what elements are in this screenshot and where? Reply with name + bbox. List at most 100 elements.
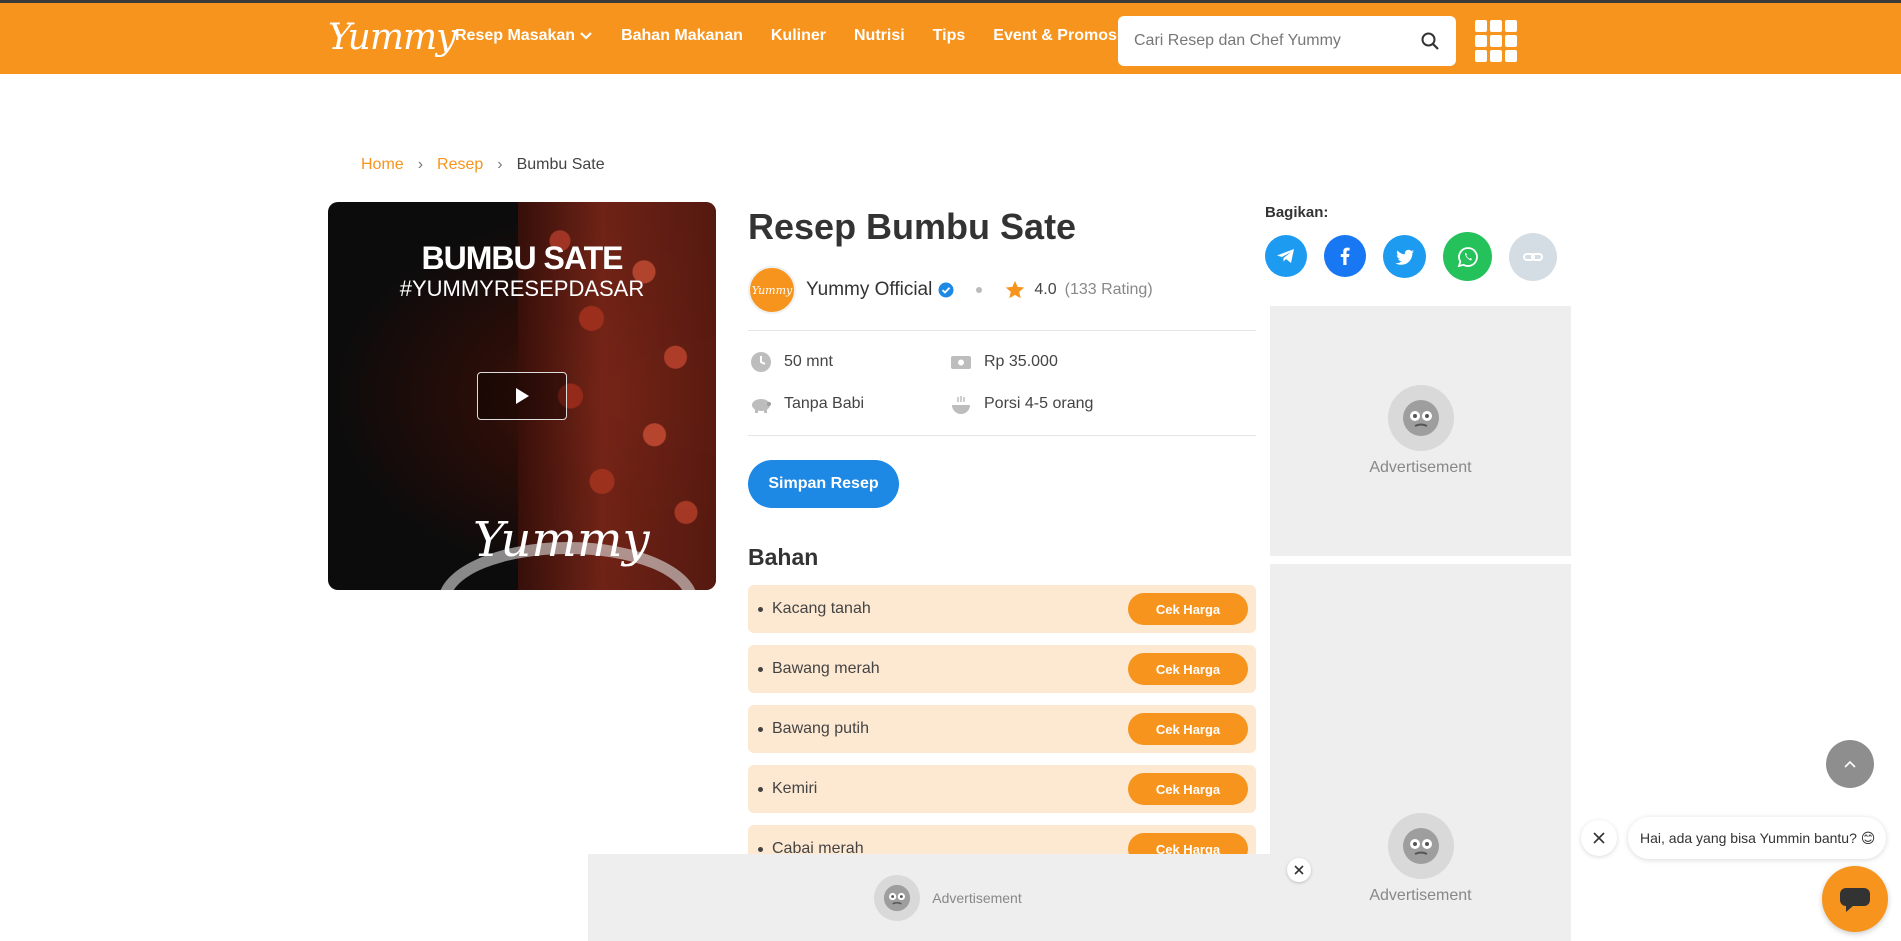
check-price-button[interactable]: Cek Harga — [1128, 773, 1248, 805]
divider — [748, 435, 1256, 436]
nav-tips[interactable]: Tips — [933, 27, 966, 45]
save-recipe-button[interactable]: Simpan Resep — [748, 460, 899, 508]
nav-label: Event & Promosi — [993, 27, 1122, 44]
close-ad-button[interactable] — [1287, 858, 1311, 882]
ad-label: Advertisement — [1369, 459, 1472, 476]
share-telegram-button[interactable] — [1265, 235, 1307, 277]
clock-icon — [751, 352, 771, 372]
nav-kuliner[interactable]: Kuliner — [771, 27, 826, 45]
advertisement-box[interactable]: Advertisement — [1270, 564, 1571, 941]
ad-mascot-icon — [1387, 385, 1454, 451]
ingredient-row: Bawang putih Cek Harga — [748, 705, 1256, 753]
share-label: Bagikan: — [1265, 204, 1329, 221]
bullet — [758, 666, 763, 672]
breadcrumb-separator: › — [497, 156, 503, 173]
ingredient-name: Bawang putih — [772, 720, 869, 737]
twitter-icon — [1394, 249, 1414, 265]
ad-mascot-icon — [1387, 813, 1454, 879]
chevron-up-icon — [1844, 760, 1856, 768]
video-watermark-logo: Yummy — [473, 512, 650, 568]
bowl-icon — [952, 396, 970, 414]
link-icon — [1523, 253, 1543, 261]
apps-grid-icon[interactable] — [1475, 20, 1517, 62]
share-facebook-button[interactable] — [1324, 235, 1366, 277]
search-box — [1118, 16, 1456, 66]
search-input[interactable] — [1134, 32, 1420, 50]
breadcrumb-home[interactable]: Home — [361, 156, 404, 174]
whatsapp-icon — [1457, 246, 1478, 267]
ad-mascot-icon — [874, 874, 921, 921]
divider — [748, 330, 1256, 331]
breadcrumb-resep[interactable]: Resep — [437, 156, 483, 174]
play-icon — [516, 388, 529, 404]
scroll-to-top-button[interactable] — [1826, 740, 1874, 788]
ingredient-row: Kemiri Cek Harga — [748, 765, 1256, 813]
share-whatsapp-button[interactable] — [1443, 232, 1492, 281]
video-title: BUMBU SATE — [421, 240, 624, 276]
ingredient-name: Kemiri — [772, 780, 818, 797]
separator-dot — [976, 287, 983, 293]
author-name[interactable]: Yummy Official — [806, 279, 932, 301]
nav-bahan-makanan[interactable]: Bahan Makanan — [621, 27, 743, 45]
close-chat-bubble-button[interactable] — [1581, 820, 1617, 856]
rating-count: (133 Rating) — [1064, 281, 1153, 298]
nav-label: Bahan Makanan — [621, 27, 743, 44]
info-halal-value: Tanpa Babi — [784, 395, 865, 412]
recipe-video[interactable]: BUMBU SATE #YUMMYRESEPDASAR Yummy — [328, 202, 716, 590]
nav-nutrisi[interactable]: Nutrisi — [854, 27, 905, 45]
nav-label: Tips — [932, 27, 966, 44]
info-price: Rp 35.000 — [950, 351, 1210, 373]
telegram-icon — [1277, 249, 1294, 263]
video-hashtag: #YUMMYRESEPDASAR — [399, 276, 645, 301]
bottom-sticky-ad[interactable]: Advertisement — [588, 854, 1308, 941]
check-price-button[interactable]: Cek Harga — [1128, 593, 1248, 625]
recipe-main: Resep Bumbu Sate Yummy Yummy Official 4.… — [748, 202, 1256, 873]
ingredient-name: Bawang merah — [772, 660, 880, 677]
page-title: Resep Bumbu Sate — [748, 206, 1077, 247]
advertisement-box[interactable]: Advertisement — [1270, 306, 1571, 556]
close-icon — [1294, 865, 1304, 875]
bullet — [758, 846, 763, 852]
money-icon — [951, 356, 971, 369]
search-icon[interactable] — [1420, 31, 1440, 51]
facebook-icon — [1340, 247, 1350, 265]
info-portion: Porsi 4-5 orang — [950, 393, 1210, 415]
info-price-value: Rp 35.000 — [984, 353, 1058, 370]
avatar-text: Yummy — [751, 283, 793, 297]
copy-link-button[interactable] — [1509, 233, 1557, 281]
yummy-logo[interactable]: Yummy — [328, 17, 456, 61]
play-button[interactable] — [477, 372, 567, 420]
nav-event-promosi[interactable]: Event & Promosi — [993, 27, 1121, 45]
breadcrumb-current: Bumbu Sate — [516, 156, 605, 173]
author-row: Yummy Yummy Official 4.0 (133 Rating) — [748, 266, 1256, 314]
pig-icon — [752, 399, 771, 413]
star-icon — [1006, 280, 1025, 299]
close-icon — [1593, 832, 1605, 844]
info-halal: Tanpa Babi — [750, 393, 950, 415]
nav-resep-masakan[interactable]: Resep Masakan — [455, 27, 593, 45]
chat-greeting-bubble[interactable]: Hai, ada yang bisa Yummin bantu? 😊 — [1628, 817, 1886, 859]
chevron-down-icon — [580, 32, 592, 40]
bullet — [758, 726, 763, 732]
share-twitter-button[interactable] — [1383, 235, 1426, 278]
check-price-button[interactable]: Cek Harga — [1128, 653, 1248, 685]
avatar[interactable]: Yummy — [748, 266, 796, 314]
chat-button[interactable] — [1822, 866, 1888, 932]
logo-text: Yummy — [328, 17, 456, 58]
ingredients-heading: Bahan — [748, 544, 819, 570]
verified-badge-icon — [938, 282, 954, 298]
breadcrumb: Home › Resep › Bumbu Sate — [361, 156, 605, 174]
ingredients-list: Kacang tanah Cek Harga Bawang merah Cek … — [748, 585, 1256, 873]
info-time-value: 50 mnt — [784, 353, 833, 370]
check-price-button[interactable]: Cek Harga — [1128, 713, 1248, 745]
rating-value: 4.0 — [1034, 281, 1057, 298]
chat-icon — [1840, 888, 1870, 912]
bullet — [758, 786, 763, 792]
nav-label: Resep Masakan — [455, 27, 576, 44]
ad-label: Advertisement — [932, 889, 1022, 906]
nav-label: Kuliner — [770, 27, 826, 44]
ingredient-row: Kacang tanah Cek Harga — [748, 585, 1256, 633]
recipe-info: 50 mnt Rp 35.000 Tanpa Babi Porsi 4-5 or… — [748, 351, 1256, 415]
share-buttons — [1265, 232, 1557, 281]
ingredient-name: Kacang tanah — [772, 600, 871, 617]
